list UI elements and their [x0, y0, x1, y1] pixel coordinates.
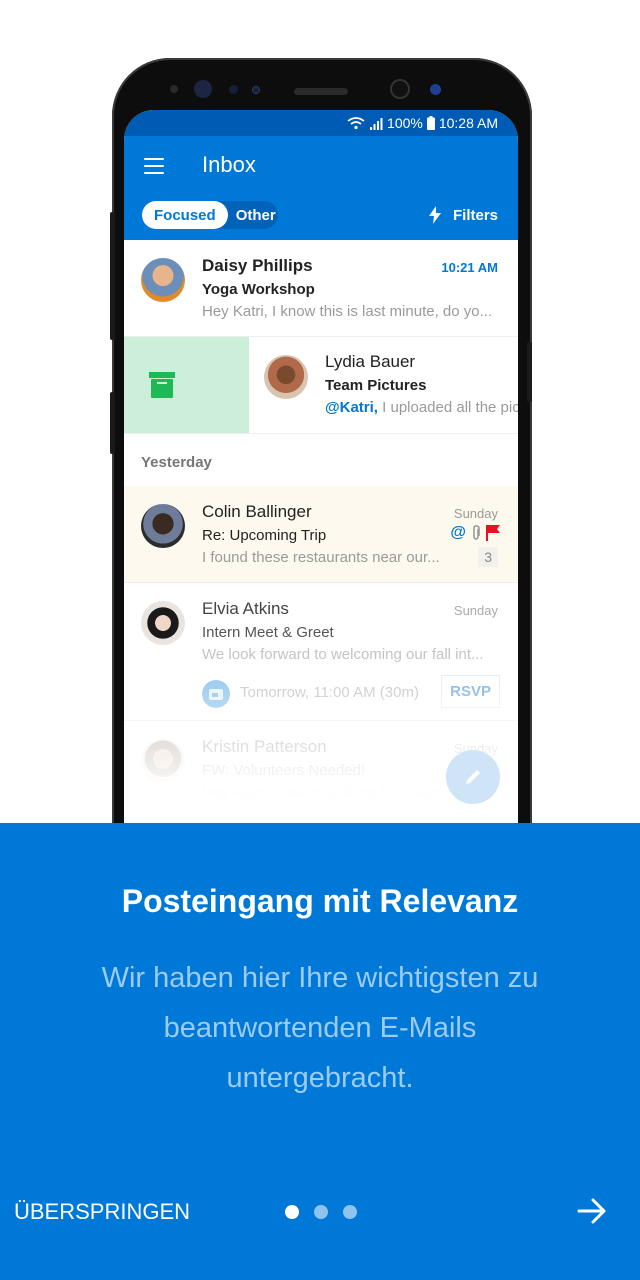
sensor-dot	[170, 85, 178, 93]
calendar-icon	[202, 680, 230, 708]
email-subject: Yoga Workshop	[202, 281, 315, 298]
rsvp-button[interactable]: RSVP	[441, 675, 500, 708]
signal-icon	[370, 117, 383, 130]
arrow-right-icon	[577, 1198, 606, 1224]
email-time: 10:21 AM	[441, 260, 498, 275]
email-preview: We look forward to welcoming our fall in…	[202, 646, 484, 663]
archive-icon	[149, 372, 175, 398]
battery-percent: 100%	[387, 115, 423, 131]
sensor-dot	[252, 86, 260, 94]
wifi-icon	[347, 116, 365, 129]
email-preview: I found these restaurants near our...	[202, 549, 440, 566]
battery-icon	[426, 116, 435, 130]
phone-screen: 100% 10:28 AM Inbox Focused Other Filter…	[124, 110, 518, 870]
sensor-dot	[430, 84, 441, 95]
email-time: Sunday	[453, 506, 498, 521]
section-header: Yesterday	[141, 454, 212, 471]
email-subject: Re: Upcoming Trip	[202, 527, 327, 544]
email-preview: @Katri, I uploaded all the pic	[325, 399, 518, 416]
email-indicators: @	[450, 524, 500, 542]
avatar	[141, 504, 185, 548]
page-dot-3[interactable]	[343, 1205, 357, 1219]
front-camera-icon	[390, 79, 410, 99]
email-subject: Intern Meet & Greet	[202, 624, 334, 641]
email-row[interactable]: Colin Ballinger Sunday Re: Upcoming Trip…	[124, 486, 518, 583]
page-dot-2[interactable]	[314, 1205, 328, 1219]
sensor-dot	[229, 85, 238, 94]
mention-icon: @	[450, 524, 466, 541]
volume-button	[110, 212, 115, 340]
page-title: Inbox	[202, 152, 256, 177]
email-sender: Elvia Atkins	[202, 599, 289, 618]
email-sender: Colin Ballinger	[202, 502, 312, 521]
email-row[interactable]: Elvia Atkins Sunday Intern Meet & Greet …	[124, 583, 518, 721]
tab-focused[interactable]: Focused	[142, 201, 228, 229]
avatar	[141, 601, 185, 645]
email-sender: Kristin Patterson	[202, 737, 327, 756]
email-row[interactable]: Daisy Phillips 10:21 AM Yoga Workshop He…	[124, 240, 518, 337]
page-indicator	[285, 1205, 357, 1219]
status-bar: 100% 10:28 AM	[124, 110, 518, 136]
inbox-toggle[interactable]: Focused Other	[142, 201, 278, 229]
bixby-button	[110, 392, 115, 454]
event-time: Tomorrow, 11:00 AM (30m)	[240, 684, 419, 701]
email-row-swiped[interactable]: Lydia Bauer Team Pictures @Katri, I uplo…	[124, 337, 518, 434]
flag-icon	[486, 525, 500, 541]
avatar	[264, 355, 308, 399]
onboarding-description: Wir haben hier Ihre wichtigsten zu beant…	[101, 962, 539, 1094]
earpiece-speaker	[294, 88, 348, 95]
filters-label: Filters	[452, 206, 498, 224]
mention-tag: @Katri,	[325, 399, 378, 416]
email-sender: Daisy Phillips	[202, 256, 313, 275]
email-subject: FW: Volunteers Needed!	[202, 762, 366, 779]
tab-other[interactable]: Other	[228, 207, 276, 224]
next-button[interactable]	[576, 1195, 608, 1232]
iris-scanner-icon	[194, 80, 212, 98]
email-preview: Hey Katri, I know this is last minute, d…	[202, 303, 493, 320]
email-subject: Team Pictures	[325, 377, 427, 394]
email-sender: Lydia Bauer	[325, 352, 416, 371]
onboarding-panel: Posteingang mit Relevanz Wir haben hier …	[0, 823, 640, 1280]
power-button	[527, 342, 532, 402]
menu-icon[interactable]	[144, 158, 164, 174]
avatar	[141, 739, 185, 783]
compose-button[interactable]	[446, 750, 500, 804]
skip-button[interactable]: ÜBERSPRINGEN	[14, 1199, 190, 1225]
lightning-icon	[428, 206, 441, 224]
archive-swipe-action[interactable]	[124, 337, 249, 433]
pencil-icon	[466, 770, 480, 784]
thread-count-badge: 3	[478, 547, 498, 567]
onboarding-title: Posteingang mit Relevanz	[121, 883, 519, 919]
app-bar: Inbox Focused Other Filters	[124, 136, 518, 240]
avatar	[141, 258, 185, 302]
attachment-icon	[473, 525, 480, 540]
email-preview: Hey Alumni! We're looking for volunt	[202, 784, 443, 801]
email-time: Sunday	[453, 603, 498, 618]
page-dot-1[interactable]	[285, 1205, 299, 1219]
filters-button[interactable]: Filters	[428, 206, 498, 224]
clock: 10:28 AM	[438, 115, 498, 131]
onboarding-screen: 100% 10:28 AM Inbox Focused Other Filter…	[0, 0, 640, 1280]
